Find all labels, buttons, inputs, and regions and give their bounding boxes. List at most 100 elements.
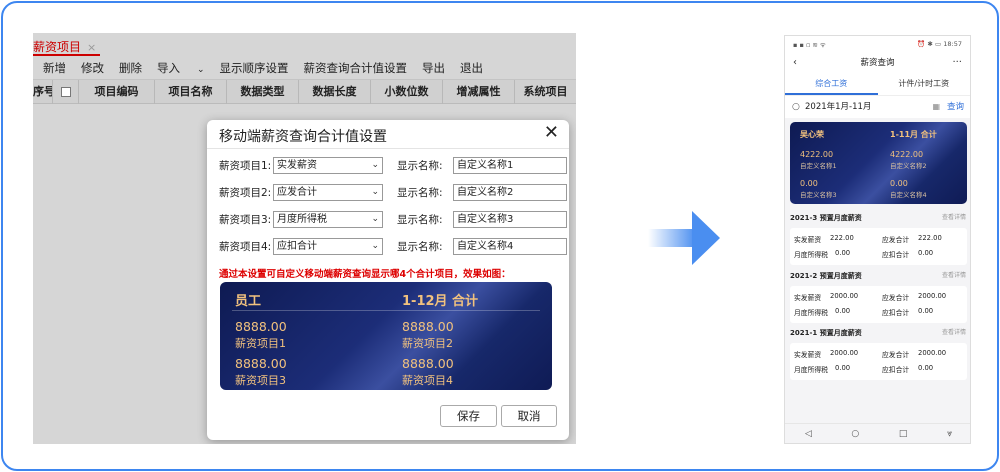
tab-salary-items[interactable]: 薪资项目 ×: [33, 38, 101, 56]
toolbar-display-order-button[interactable]: 显示顺序设置: [220, 60, 289, 76]
preview-value-4: 8888.00: [402, 356, 454, 371]
view-details-link[interactable]: 查看详情: [942, 326, 966, 340]
tab-close-icon[interactable]: ×: [87, 41, 96, 54]
nav-hide-icon[interactable]: ⩔: [947, 429, 952, 439]
month-section: 2021-2 预置月度薪资 查看详情 实发薪资 2000.00 应发合计 2000…: [785, 269, 970, 323]
field-label: 实发薪资: [794, 351, 822, 359]
total-setting-dialog: 移动端薪资查询合计值设置 ✕ 薪资项目1: 实发薪资 ⌄ 显示名称: 自定义名称1…: [207, 120, 569, 440]
desktop-window: 薪资项目 × 新增 修改 删除 导入 ⌄ 显示顺序设置 薪资查询合计值设置 导出 退…: [33, 33, 576, 444]
item-label: 薪资项目2:: [219, 186, 272, 199]
salary-item-select[interactable]: 应发合计 ⌄: [273, 183, 383, 201]
nav-back-icon[interactable]: ◁: [805, 429, 812, 439]
chevron-down-icon: ⌄: [371, 213, 379, 224]
display-name-input[interactable]: 自定义名称3: [453, 210, 567, 228]
field-value: 222.00: [918, 234, 942, 242]
search-bar: ○ 2021年1月-11月 ▦ 查询: [785, 96, 970, 118]
tab-general-salary[interactable]: 综合工资: [785, 74, 878, 95]
salary-item-select[interactable]: 应扣合计 ⌄: [273, 237, 383, 255]
summary-name-2: 自定义名称2: [890, 162, 927, 170]
back-icon[interactable]: ‹: [793, 52, 797, 74]
chevron-down-icon: ⌄: [197, 64, 205, 75]
mobile-screen: ▪ ▪ ▫ ≋ ᯤ ⏰ ✱ ▭ 18:57 ‹ 薪资查询 ··· 综合工资 计件…: [784, 35, 971, 444]
month-section: 2021-3 预置月度薪资 查看详情 实发薪资 222.00 应发合计 222.0…: [785, 211, 970, 265]
toolbar-delete-button[interactable]: 删除: [119, 60, 142, 76]
summary-value-2: 4222.00: [890, 150, 924, 159]
section-title: 2021-1 预置月度薪资 查看详情: [785, 326, 970, 340]
arrow-right-icon: [648, 211, 720, 265]
field-label: 月度所得税: [794, 309, 828, 317]
save-button[interactable]: 保存: [440, 405, 497, 427]
setting-row-3: 薪资项目3: 月度所得税 ⌄ 显示名称: 自定义名称3: [219, 210, 567, 228]
item-label: 薪资项目3:: [219, 213, 272, 226]
dialog-divider: [207, 148, 569, 149]
calendar-icon[interactable]: ▦: [932, 96, 940, 118]
preview-name-4: 薪资项目4: [402, 374, 453, 387]
section-box: 实发薪资 222.00 应发合计 222.00 月度所得税 0.00 应扣合计 …: [790, 228, 967, 265]
field-label: 月度所得税: [794, 251, 828, 259]
col-select-all[interactable]: [53, 79, 79, 104]
select-value: 应发合计: [277, 186, 317, 198]
chevron-down-icon: ⌄: [371, 159, 379, 170]
summary-name-3: 自定义名称3: [800, 191, 837, 199]
dialog-title: 移动端薪资查询合计值设置: [219, 129, 387, 145]
field-label: 应扣合计: [882, 309, 910, 317]
toolbar-edit-button[interactable]: 修改: [81, 60, 104, 76]
field-label: 应扣合计: [882, 251, 910, 259]
summary-value-1: 4222.00: [800, 150, 834, 159]
display-name-input[interactable]: 自定义名称2: [453, 183, 567, 201]
search-icon: ○: [792, 102, 800, 112]
status-right: ⏰ ✱ ▭ 18:57: [917, 40, 962, 48]
toolbar-exit-button[interactable]: 退出: [460, 60, 483, 76]
more-icon[interactable]: ···: [952, 52, 962, 74]
nav-home-icon[interactable]: ○: [851, 429, 859, 439]
cancel-button[interactable]: 取消: [501, 405, 557, 427]
section-title: 2021-3 预置月度薪资 查看详情: [785, 211, 970, 225]
import-label: 导入: [157, 60, 180, 75]
toolbar-add-button[interactable]: 新增: [43, 60, 66, 76]
select-value: 月度所得税: [277, 213, 327, 225]
field-label: 应发合计: [882, 351, 910, 359]
field-value: 0.00: [918, 307, 934, 315]
col-system: 系统项目: [523, 84, 568, 98]
outer-frame: 薪资项目 × 新增 修改 删除 导入 ⌄ 显示顺序设置 薪资查询合计值设置 导出 退…: [1, 1, 999, 471]
item-label: 薪资项目1:: [219, 159, 272, 172]
preview-name-1: 薪资项目1: [235, 337, 286, 350]
select-value: 实发薪资: [277, 159, 317, 171]
display-name-input[interactable]: 自定义名称4: [453, 237, 567, 255]
view-details-link[interactable]: 查看详情: [942, 211, 966, 225]
toolbar-import-button[interactable]: 导入 ⌄: [157, 60, 205, 76]
field-value: 2000.00: [830, 292, 859, 300]
table-header: 序号 项目编码 项目名称 数据类型 数据长度 小数位数 增减属性 系统项目: [33, 79, 576, 104]
field-value: 2000.00: [918, 292, 947, 300]
select-all-checkbox[interactable]: [60, 86, 71, 97]
employee-name: 吴心荣: [800, 130, 824, 139]
item-label: 薪资项目4:: [219, 240, 272, 253]
col-decimals: 小数位数: [371, 79, 443, 104]
toolbar-export-button[interactable]: 导出: [422, 60, 445, 76]
close-icon[interactable]: ✕: [544, 122, 559, 143]
display-name-input[interactable]: 自定义名称1: [453, 156, 567, 174]
field-value: 0.00: [835, 307, 851, 315]
period-label: 1-11月 合计: [890, 130, 937, 139]
field-label: 应发合计: [882, 294, 910, 302]
tab-piece-salary[interactable]: 计件/计时工资: [878, 74, 971, 95]
col-index: 序号: [33, 79, 53, 104]
salary-item-select[interactable]: 实发薪资 ⌄: [273, 156, 383, 174]
search-date[interactable]: 2021年1月-11月: [805, 102, 871, 112]
section-title: 2021-2 预置月度薪资 查看详情: [785, 269, 970, 283]
mobile-title: 薪资查询: [860, 58, 895, 68]
field-label: 月度所得税: [794, 366, 828, 374]
setting-row-4: 薪资项目4: 应扣合计 ⌄ 显示名称: 自定义名称4: [219, 237, 567, 255]
field-label: 应扣合计: [882, 366, 910, 374]
month-section: 2021-1 预置月度薪资 查看详情 实发薪资 2000.00 应发合计 2000…: [785, 326, 970, 380]
desktop-tabbar: 薪资项目 ×: [33, 33, 576, 56]
search-button[interactable]: 查询: [947, 96, 964, 118]
toolbar-total-setting-button[interactable]: 薪资查询合计值设置: [304, 60, 408, 76]
nav-recent-icon[interactable]: □: [899, 429, 908, 439]
field-value: 0.00: [835, 249, 851, 257]
preview-card: 员工 1-12月 合计 8888.00 薪资项目1 8888.00 薪资项目2 …: [220, 282, 552, 390]
view-details-link[interactable]: 查看详情: [942, 269, 966, 283]
display-name-label: 显示名称:: [397, 159, 443, 172]
salary-item-select[interactable]: 月度所得税 ⌄: [273, 210, 383, 228]
mobile-header: ‹ 薪资查询 ···: [785, 52, 970, 74]
